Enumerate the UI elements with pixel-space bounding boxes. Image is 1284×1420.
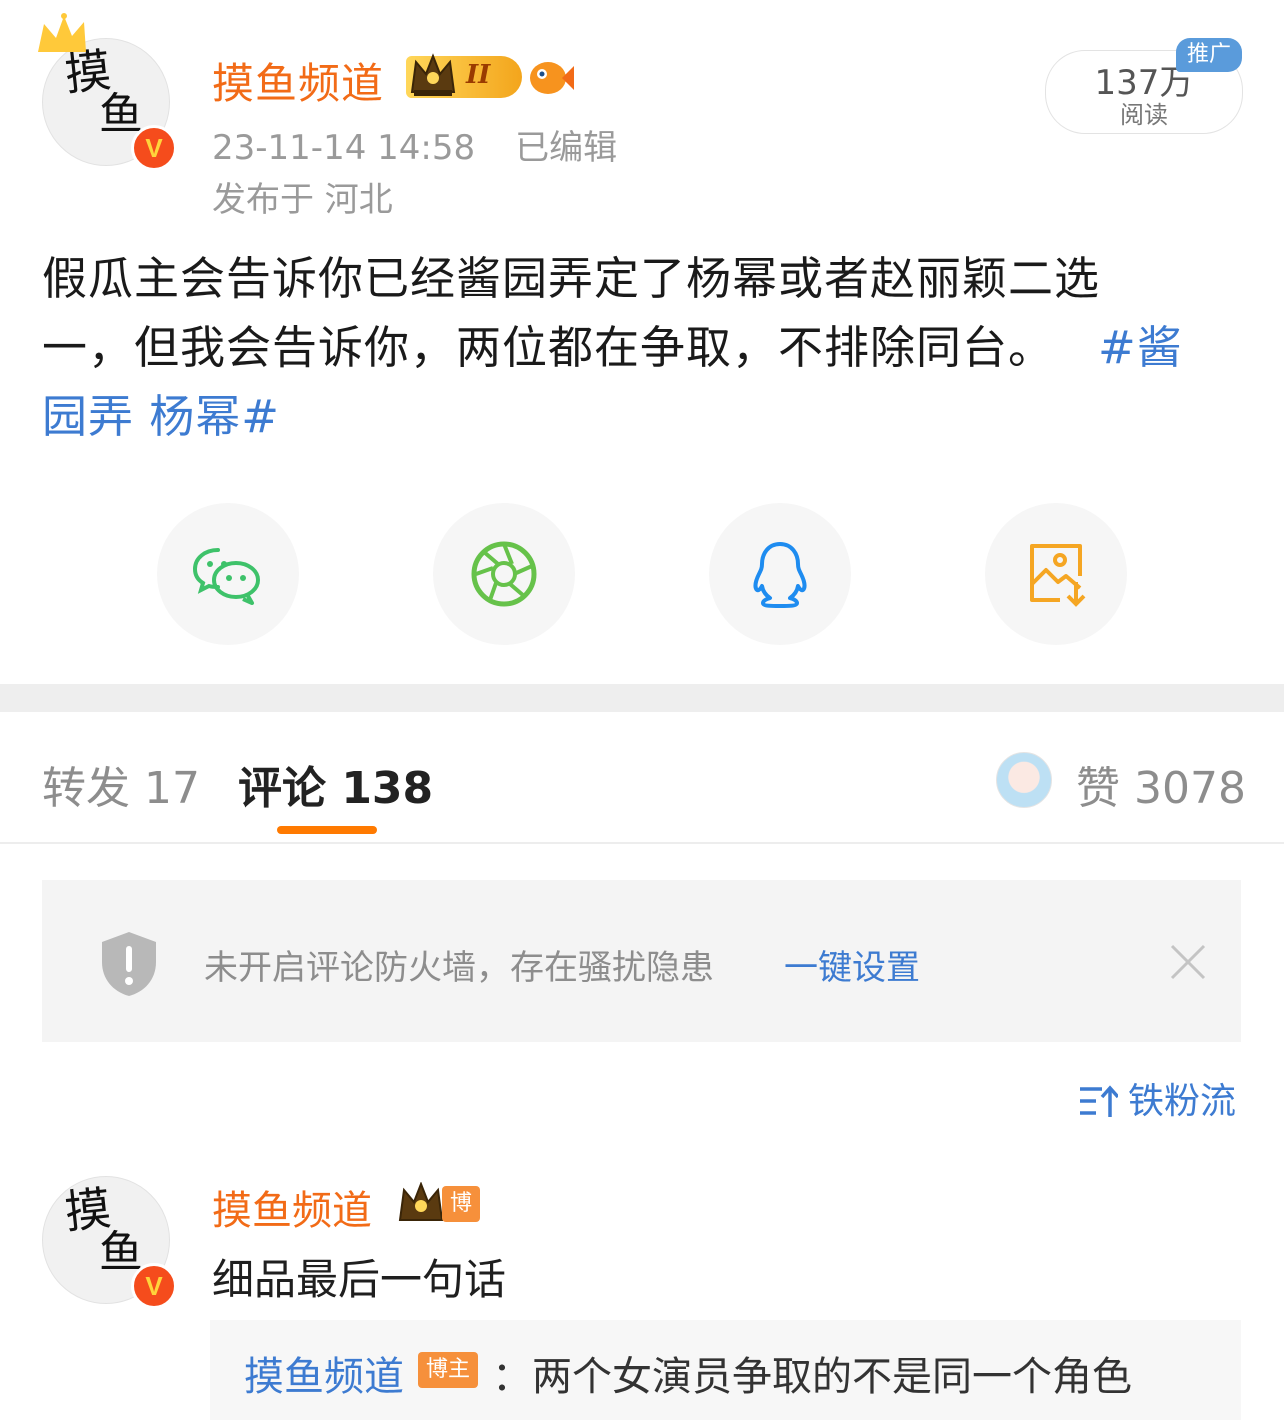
fish-icon (530, 62, 574, 94)
crown-icon (398, 1181, 444, 1221)
comment-author-avatar[interactable]: 摸 鱼 V (42, 1176, 177, 1309)
post-timestamp: 23-11-14 14:58 (212, 128, 476, 168)
avatar-calligraphy-2: 鱼 (99, 1227, 143, 1278)
comment-text: 细品最后一句话 (212, 1255, 507, 1304)
post-text-line-1: 假瓜主会告诉你已经酱园弄定了杨幂或者赵丽颖二选 (42, 252, 1101, 305)
tab-repost[interactable]: 转发 17 (42, 752, 200, 816)
shield-warning-icon (102, 932, 156, 996)
hashtag-link-continued[interactable]: 园弄 杨幂# (42, 382, 1242, 451)
qq-icon (753, 542, 807, 608)
post-text-plain: 一，但我会告诉你，两位都在争取，不排除同台。 (42, 321, 1055, 374)
section-separator (0, 684, 1284, 712)
share-wechat-button[interactable] (157, 503, 299, 645)
comment-firewall-notice: 未开启评论防火墙，存在骚扰隐患 一键设置 (42, 880, 1241, 1042)
post-author-name[interactable]: 摸鱼频道 (212, 50, 384, 111)
post-meta: 23-11-14 14:58 已编辑 (212, 120, 617, 169)
crown-icon (410, 53, 456, 96)
crown-decoration-icon (38, 13, 86, 52)
hashtag-link[interactable]: #酱 (1098, 321, 1183, 374)
reply-blogger-tag: 博主 (418, 1352, 479, 1388)
reply-text: ：两个女演员争取的不是同一个角色 (492, 1354, 1132, 1400)
liker-avatar[interactable] (996, 752, 1052, 808)
one-click-setup-link[interactable]: 一键设置 (784, 940, 920, 989)
fan-level-number: II (466, 60, 491, 90)
read-label: 阅读 (1120, 101, 1168, 129)
sort-toggle[interactable]: 铁粉流 (1078, 1072, 1236, 1124)
wechat-icon (192, 548, 260, 605)
verified-badge-icon: V (131, 125, 177, 171)
share-save-image-button[interactable] (985, 503, 1127, 645)
active-tab-indicator (277, 826, 377, 834)
save-image-icon (1030, 544, 1086, 607)
sort-icon (1080, 1085, 1120, 1117)
blogger-tag: 博主 (442, 1186, 481, 1252)
tab-divider (0, 842, 1284, 844)
comment-author-name[interactable]: 摸鱼频道 (212, 1178, 372, 1236)
post-text-line-2: 一，但我会告诉你，两位都在争取，不排除同台。 #酱 (42, 313, 1242, 382)
tab-likes[interactable]: 赞 3078 (1076, 752, 1246, 816)
firewall-message: 未开启评论防火墙，存在骚扰隐患 (204, 948, 714, 988)
share-qq-button[interactable] (709, 503, 851, 645)
edited-label[interactable]: 已编辑 (515, 128, 617, 168)
reply-preview[interactable]: 摸鱼频道 博主 ：两个女演员争取的不是同一个角色 (210, 1320, 1241, 1420)
close-icon[interactable] (1168, 942, 1208, 982)
promote-badge[interactable]: 推广 (1176, 38, 1242, 72)
post-location: 发布于 河北 (212, 180, 393, 220)
post-body: 假瓜主会告诉你已经酱园弄定了杨幂或者赵丽颖二选 一，但我会告诉你，两位都在争取，… (42, 244, 1242, 451)
verified-badge-icon: V (131, 1263, 177, 1309)
reply-author-name[interactable]: 摸鱼频道 (244, 1344, 404, 1402)
fan-level-badge[interactable]: II (406, 53, 522, 98)
sort-label: 铁粉流 (1128, 1081, 1237, 1122)
tab-comments[interactable]: 评论 138 (238, 752, 433, 816)
moments-icon (471, 541, 537, 607)
avatar-calligraphy-2: 鱼 (99, 89, 143, 140)
comment-author-badges: 博主 (396, 1181, 481, 1252)
share-moments-button[interactable] (433, 503, 575, 645)
